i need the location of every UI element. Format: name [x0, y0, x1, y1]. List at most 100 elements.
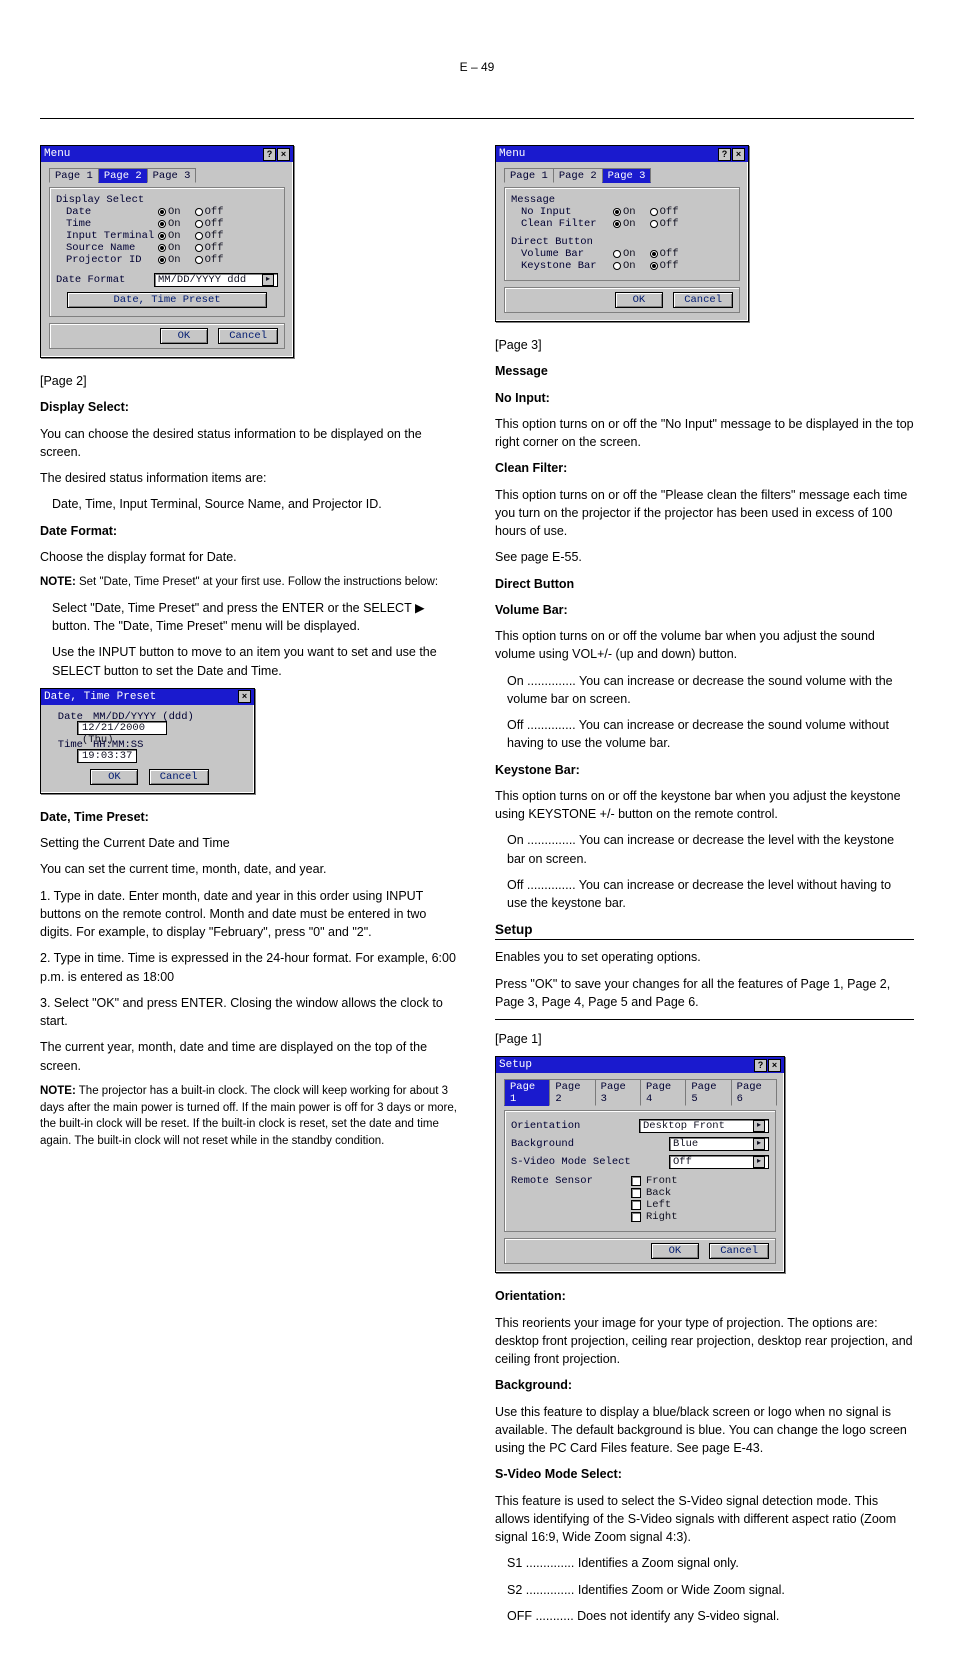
date-format-body: Choose the display format for Date. [40, 548, 459, 566]
radio-off[interactable]: Off [195, 206, 224, 218]
dtp-body: Setting the Current Date and Time [40, 834, 459, 852]
background-head: Background: [495, 1378, 572, 1392]
option-label: No Input [521, 206, 613, 218]
tab-page3[interactable]: Page 3 [602, 168, 652, 183]
date-format-select[interactable]: MM/DD/YYYY ddd ▸ [154, 273, 278, 287]
radio-on[interactable]: On [613, 206, 636, 218]
radio-off[interactable]: Off [195, 218, 224, 230]
svideo-label: S-Video Mode Select [511, 1156, 631, 1168]
radio-off[interactable]: Off [650, 260, 679, 272]
close-icon[interactable]: × [238, 690, 251, 703]
keystonebar-off: Off .............. You can increase or d… [507, 876, 914, 913]
ok-button[interactable]: OK [651, 1243, 699, 1259]
note-label: NOTE: [40, 1085, 76, 1097]
tab-setup-2[interactable]: Page 2 [549, 1079, 595, 1106]
radio-off[interactable]: Off [195, 254, 224, 266]
svideo-select[interactable]: Off ▸ [669, 1155, 769, 1169]
cancel-button[interactable]: Cancel [673, 292, 733, 308]
date-format-head: Date Format: [40, 524, 117, 538]
date-time-preset-button[interactable]: Date, Time Preset [67, 292, 267, 308]
remote-right-checkbox[interactable]: Right [631, 1211, 678, 1223]
dtp-step-2: 2. Type in time. Time is expressed in th… [40, 949, 459, 986]
dtp-step-3: 3. Select "OK" and press ENTER. Closing … [40, 994, 459, 1031]
keystonebar-head: Keystone Bar: [495, 763, 580, 777]
radio-on[interactable]: On [613, 260, 636, 272]
help-icon[interactable]: ? [263, 148, 276, 161]
tab-page2[interactable]: Page 2 [98, 168, 148, 183]
radio-on[interactable]: On [613, 218, 636, 230]
radio-off[interactable]: Off [650, 206, 679, 218]
chevron-right-icon[interactable]: ▸ [753, 1120, 765, 1132]
dialog-title: Menu [499, 148, 525, 160]
display-select-label: Display Select [56, 194, 144, 206]
radio-off[interactable]: Off [195, 230, 224, 242]
keystonebar-body: This option turns on or off the keystone… [495, 787, 914, 824]
display-select-items: Date, Time, Input Terminal, Source Name,… [52, 495, 459, 513]
svideo-s2: S2 .............. Identifies Zoom or Wid… [507, 1581, 914, 1599]
cancel-button[interactable]: Cancel [218, 328, 278, 344]
remote-left-checkbox[interactable]: Left [631, 1199, 678, 1211]
dtp-note: The projector has a built-in clock. The … [40, 1085, 457, 1147]
ok-button[interactable]: OK [160, 328, 208, 344]
date-input[interactable]: 12/21/2000 (Thu) [77, 721, 167, 735]
chevron-right-icon[interactable]: ▸ [753, 1138, 765, 1150]
background-body: Use this feature to display a blue/black… [495, 1403, 914, 1458]
option-label: Projector ID [66, 254, 158, 266]
close-icon[interactable]: × [732, 148, 745, 161]
ok-button[interactable]: OK [90, 769, 138, 785]
dialog-title: Menu [44, 148, 70, 160]
dtp-step-1: 1. Type in date. Enter month, date and y… [40, 887, 459, 942]
volumebar-body: This option turns on or off the volume b… [495, 627, 914, 664]
radio-off[interactable]: Off [195, 242, 224, 254]
option-label: Input Terminal [66, 230, 158, 242]
radio-on[interactable]: On [158, 242, 181, 254]
cancel-button[interactable]: Cancel [149, 769, 209, 785]
close-icon[interactable]: × [768, 1059, 781, 1072]
option-label: Date [66, 206, 158, 218]
help-icon[interactable]: ? [718, 148, 731, 161]
orientation-select[interactable]: Desktop Front ▸ [639, 1119, 769, 1133]
tab-setup-5[interactable]: Page 5 [685, 1079, 731, 1106]
svideo-off: OFF ........... Does not identify any S-… [507, 1607, 914, 1625]
page-number: E – 49 [460, 60, 495, 74]
radio-off[interactable]: Off [650, 218, 679, 230]
close-icon[interactable]: × [277, 148, 290, 161]
background-select[interactable]: Blue ▸ [669, 1137, 769, 1151]
page3-heading: [Page 3] [495, 336, 914, 354]
cancel-button[interactable]: Cancel [709, 1243, 769, 1259]
chevron-right-icon[interactable]: ▸ [262, 274, 274, 286]
volumebar-off: Off .............. You can increase or d… [507, 716, 914, 753]
dialog-title: Date, Time Preset [44, 691, 156, 703]
tab-page1[interactable]: Page 1 [504, 168, 554, 183]
radio-on[interactable]: On [158, 230, 181, 242]
background-label: Background [511, 1138, 574, 1150]
tab-setup-6[interactable]: Page 6 [731, 1079, 777, 1106]
menu-page2-dialog: Menu ? × Page 1 Page 2 Page 3 Display Se… [40, 145, 294, 358]
radio-on[interactable]: On [158, 218, 181, 230]
setup-head: Setup [495, 922, 914, 937]
tab-page2[interactable]: Page 2 [553, 168, 603, 183]
radio-off[interactable]: Off [650, 248, 679, 260]
page2-heading: [Page 2] [40, 372, 459, 390]
option-label: Time [66, 218, 158, 230]
time-input[interactable]: 19:03:37 [77, 749, 137, 763]
tab-page1[interactable]: Page 1 [49, 168, 99, 183]
radio-on[interactable]: On [613, 248, 636, 260]
tab-setup-1[interactable]: Page 1 [504, 1079, 550, 1106]
remote-back-checkbox[interactable]: Back [631, 1187, 678, 1199]
help-icon[interactable]: ? [754, 1059, 767, 1072]
setup-page1-dialog: Setup ? × Page 1Page 2Page 3Page 4Page 5… [495, 1056, 785, 1273]
chevron-right-icon[interactable]: ▸ [753, 1156, 765, 1168]
tab-setup-4[interactable]: Page 4 [640, 1079, 686, 1106]
remote-front-checkbox[interactable]: Front [631, 1175, 678, 1187]
volumebar-on: On .............. You can increase or de… [507, 672, 914, 709]
radio-on[interactable]: On [158, 254, 181, 266]
tab-page3[interactable]: Page 3 [147, 168, 197, 183]
display-select-items-head: The desired status information items are… [40, 469, 459, 487]
tab-setup-3[interactable]: Page 3 [595, 1079, 641, 1106]
radio-on[interactable]: On [158, 206, 181, 218]
ok-button[interactable]: OK [615, 292, 663, 308]
option-label: Clean Filter [521, 218, 613, 230]
remote-sensor-label: Remote Sensor [511, 1175, 631, 1187]
cleanfilter-head: Clean Filter: [495, 461, 567, 475]
